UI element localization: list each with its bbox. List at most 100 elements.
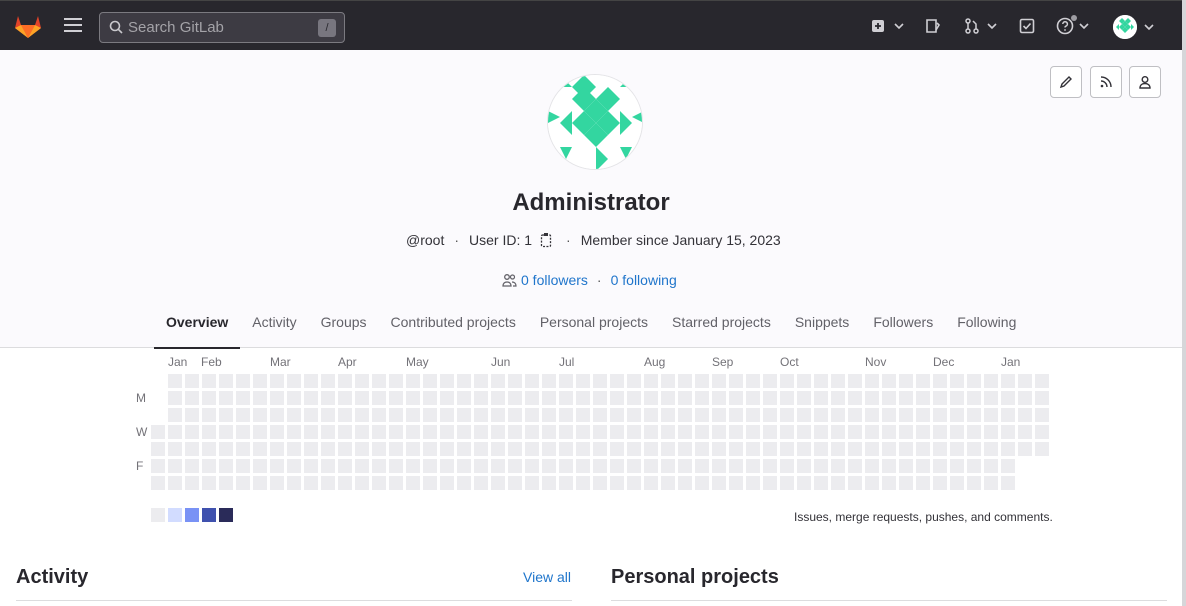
copy-icon[interactable] <box>540 232 554 248</box>
calendar-day-cell[interactable] <box>508 476 522 490</box>
calendar-day-cell[interactable] <box>270 476 284 490</box>
calendar-day-cell[interactable] <box>287 408 301 422</box>
calendar-day-cell[interactable] <box>406 476 420 490</box>
calendar-day-cell[interactable] <box>168 374 182 388</box>
calendar-day-cell[interactable] <box>848 476 862 490</box>
calendar-day-cell[interactable] <box>814 459 828 473</box>
calendar-day-cell[interactable] <box>746 459 760 473</box>
calendar-day-cell[interactable] <box>627 459 641 473</box>
calendar-day-cell[interactable] <box>763 391 777 405</box>
calendar-day-cell[interactable] <box>1001 442 1015 456</box>
calendar-day-cell[interactable] <box>219 408 233 422</box>
calendar-day-cell[interactable] <box>627 408 641 422</box>
calendar-day-cell[interactable] <box>491 476 505 490</box>
calendar-day-cell[interactable] <box>712 408 726 422</box>
calendar-day-cell[interactable] <box>610 425 624 439</box>
calendar-day-cell[interactable] <box>389 391 403 405</box>
calendar-day-cell[interactable] <box>440 408 454 422</box>
calendar-day-cell[interactable] <box>593 374 607 388</box>
admin-user-button[interactable] <box>1129 66 1161 98</box>
calendar-day-cell[interactable] <box>576 391 590 405</box>
calendar-day-cell[interactable] <box>678 425 692 439</box>
calendar-day-cell[interactable] <box>389 408 403 422</box>
calendar-day-cell[interactable] <box>661 459 675 473</box>
tab-following[interactable]: Following <box>945 302 1028 348</box>
calendar-day-cell[interactable] <box>321 391 335 405</box>
calendar-day-cell[interactable] <box>678 408 692 422</box>
calendar-day-cell[interactable] <box>729 476 743 490</box>
calendar-day-cell[interactable] <box>814 442 828 456</box>
calendar-day-cell[interactable] <box>1018 425 1032 439</box>
calendar-day-cell[interactable] <box>219 425 233 439</box>
calendar-day-cell[interactable] <box>304 459 318 473</box>
calendar-day-cell[interactable] <box>933 459 947 473</box>
calendar-day-cell[interactable] <box>984 408 998 422</box>
calendar-day-cell[interactable] <box>950 476 964 490</box>
calendar-day-cell[interactable] <box>933 408 947 422</box>
calendar-day-cell[interactable] <box>287 374 301 388</box>
calendar-day-cell[interactable] <box>729 425 743 439</box>
calendar-day-cell[interactable] <box>474 408 488 422</box>
calendar-day-cell[interactable] <box>661 442 675 456</box>
calendar-day-cell[interactable] <box>185 459 199 473</box>
calendar-day-cell[interactable] <box>916 374 930 388</box>
calendar-day-cell[interactable] <box>457 374 471 388</box>
calendar-day-cell[interactable] <box>1001 476 1015 490</box>
calendar-day-cell[interactable] <box>491 425 505 439</box>
calendar-day-cell[interactable] <box>610 459 624 473</box>
calendar-day-cell[interactable] <box>372 374 386 388</box>
calendar-day-cell[interactable] <box>865 476 879 490</box>
calendar-day-cell[interactable] <box>746 374 760 388</box>
calendar-day-cell[interactable] <box>882 408 896 422</box>
calendar-day-cell[interactable] <box>219 374 233 388</box>
calendar-day-cell[interactable] <box>185 442 199 456</box>
calendar-day-cell[interactable] <box>253 425 267 439</box>
calendar-day-cell[interactable] <box>882 391 896 405</box>
calendar-day-cell[interactable] <box>525 408 539 422</box>
calendar-day-cell[interactable] <box>440 442 454 456</box>
edit-profile-button[interactable] <box>1050 66 1082 98</box>
calendar-day-cell[interactable] <box>185 391 199 405</box>
calendar-day-cell[interactable] <box>151 459 165 473</box>
calendar-day-cell[interactable] <box>576 442 590 456</box>
calendar-day-cell[interactable] <box>559 391 573 405</box>
calendar-day-cell[interactable] <box>729 442 743 456</box>
calendar-day-cell[interactable] <box>729 374 743 388</box>
calendar-day-cell[interactable] <box>848 459 862 473</box>
calendar-day-cell[interactable] <box>644 442 658 456</box>
calendar-day-cell[interactable] <box>865 374 879 388</box>
tab-overview[interactable]: Overview <box>154 302 241 349</box>
calendar-day-cell[interactable] <box>729 459 743 473</box>
calendar-day-cell[interactable] <box>440 476 454 490</box>
calendar-day-cell[interactable] <box>253 408 267 422</box>
calendar-day-cell[interactable] <box>559 476 573 490</box>
calendar-day-cell[interactable] <box>423 476 437 490</box>
calendar-day-cell[interactable] <box>168 408 182 422</box>
calendar-day-cell[interactable] <box>525 442 539 456</box>
calendar-day-cell[interactable] <box>814 408 828 422</box>
calendar-day-cell[interactable] <box>661 476 675 490</box>
calendar-day-cell[interactable] <box>270 374 284 388</box>
calendar-day-cell[interactable] <box>899 391 913 405</box>
calendar-day-cell[interactable] <box>593 408 607 422</box>
calendar-day-cell[interactable] <box>525 425 539 439</box>
calendar-day-cell[interactable] <box>474 391 488 405</box>
calendar-day-cell[interactable] <box>763 442 777 456</box>
calendar-day-cell[interactable] <box>848 374 862 388</box>
calendar-day-cell[interactable] <box>967 425 981 439</box>
calendar-day-cell[interactable] <box>406 425 420 439</box>
calendar-day-cell[interactable] <box>780 374 794 388</box>
calendar-day-cell[interactable] <box>984 442 998 456</box>
calendar-day-cell[interactable] <box>593 476 607 490</box>
calendar-day-cell[interactable] <box>882 476 896 490</box>
calendar-day-cell[interactable] <box>542 391 556 405</box>
calendar-day-cell[interactable] <box>457 459 471 473</box>
calendar-day-cell[interactable] <box>950 425 964 439</box>
calendar-day-cell[interactable] <box>1001 391 1015 405</box>
calendar-day-cell[interactable] <box>933 391 947 405</box>
calendar-day-cell[interactable] <box>712 442 726 456</box>
calendar-day-cell[interactable] <box>389 476 403 490</box>
calendar-day-cell[interactable] <box>542 408 556 422</box>
calendar-day-cell[interactable] <box>236 374 250 388</box>
calendar-day-cell[interactable] <box>406 408 420 422</box>
